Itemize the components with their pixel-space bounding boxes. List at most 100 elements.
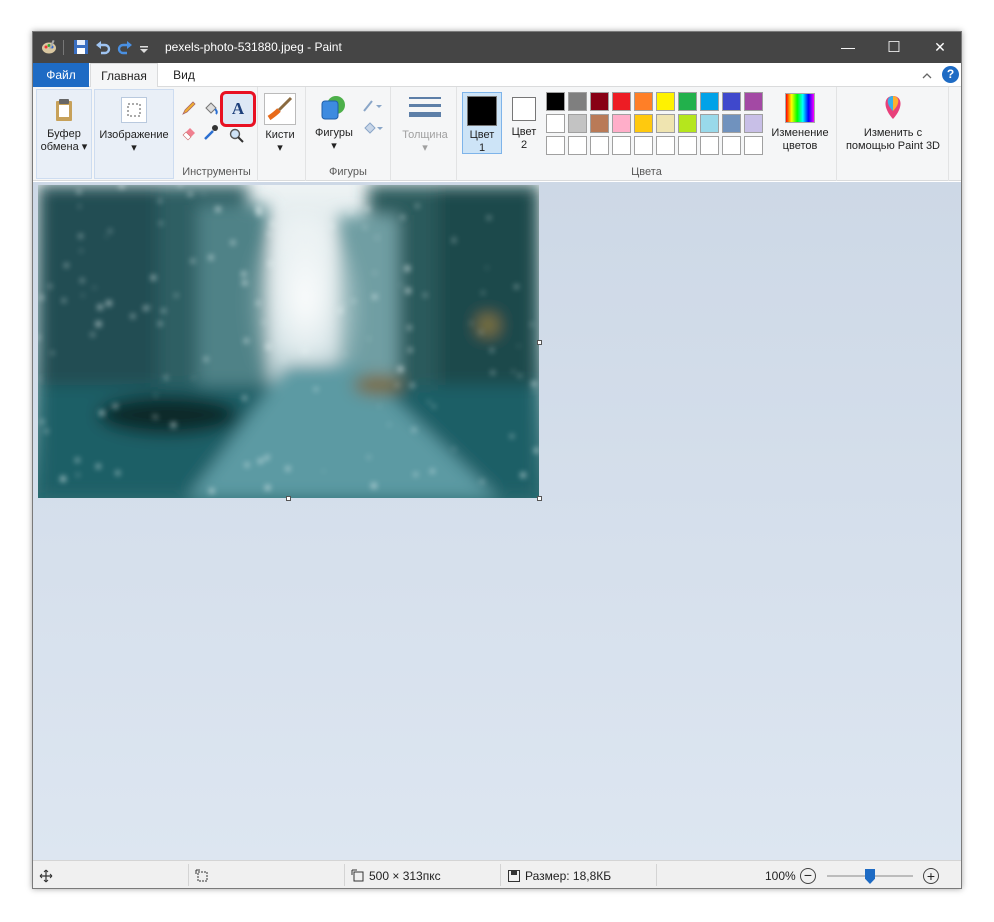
color-swatch[interactable]	[700, 114, 719, 133]
close-button[interactable]: ✕	[917, 32, 961, 63]
resize-handle-corner[interactable]	[537, 496, 542, 501]
zoom-out-button[interactable]: −	[800, 868, 816, 884]
color-swatch[interactable]	[612, 92, 631, 111]
color-swatch[interactable]	[568, 92, 587, 111]
color-palette	[546, 92, 766, 158]
color-swatch[interactable]	[634, 114, 653, 133]
rain-drop	[518, 374, 522, 378]
rain-drop	[469, 322, 472, 325]
outline-icon[interactable]	[362, 97, 382, 115]
paint3d-label: Изменить с	[863, 127, 923, 139]
color-swatch[interactable]	[700, 92, 719, 111]
fill-shape-icon[interactable]	[362, 119, 383, 137]
fill-icon[interactable]	[202, 99, 220, 117]
color-swatch[interactable]	[656, 92, 675, 111]
undo-icon[interactable]	[95, 39, 111, 55]
color-swatch[interactable]	[590, 92, 609, 111]
rain-drop	[282, 359, 285, 362]
color-swatch[interactable]	[568, 114, 587, 133]
color-swatch[interactable]	[678, 136, 697, 155]
save-icon[interactable]	[73, 39, 89, 55]
color-swatch[interactable]	[590, 136, 609, 155]
rain-drop	[404, 265, 411, 272]
color-swatch[interactable]	[546, 114, 565, 133]
status-divider	[500, 864, 501, 886]
color2-button[interactable]: Цвет 2	[506, 92, 542, 154]
rain-drop	[301, 282, 304, 285]
rain-drop	[520, 472, 526, 478]
color-picker-icon[interactable]	[202, 123, 220, 141]
color-swatch[interactable]	[656, 114, 675, 133]
color-swatch[interactable]	[722, 136, 741, 155]
color1-button[interactable]: Цвет 1	[462, 92, 502, 154]
image-button[interactable]: Изображение ▾	[95, 94, 173, 155]
color-swatch[interactable]	[634, 92, 653, 111]
text-tool-button[interactable]: A	[220, 91, 256, 127]
color-swatch[interactable]	[612, 136, 631, 155]
rain-drop	[113, 404, 118, 409]
rain-drop	[204, 357, 209, 362]
customize-quick-access-icon[interactable]	[139, 42, 155, 58]
maximize-button[interactable]: ☐	[871, 32, 917, 63]
tab-home[interactable]: Главная	[90, 63, 158, 88]
rain-drop	[427, 400, 430, 404]
status-bar: 500 × 313пкс Размер: 18,8КБ 100% − +	[33, 860, 961, 888]
rain-drop	[322, 470, 325, 472]
paint3d-label-2: помощью Paint 3D	[845, 140, 941, 152]
size-button[interactable]: Толщина ▾	[393, 93, 457, 155]
tab-view[interactable]: Вид	[161, 63, 207, 87]
ribbon-tabs: Файл Главная Вид ?	[33, 63, 961, 88]
shapes-button[interactable]: Фигуры ▾	[310, 91, 358, 153]
help-icon[interactable]: ?	[942, 66, 959, 83]
redo-icon[interactable]	[117, 39, 133, 55]
brushes-button[interactable]: Кисти ▾	[258, 91, 302, 155]
color-swatch[interactable]	[634, 136, 653, 155]
canvas-image[interactable]	[38, 185, 539, 498]
clipboard-button[interactable]: Буфер обмена ▾	[37, 94, 91, 154]
resize-handle-bottom[interactable]	[286, 496, 291, 501]
rain-drop	[108, 229, 112, 233]
rain-drop	[491, 370, 495, 375]
edit-colors-button[interactable]: Изменение цветов	[767, 91, 833, 153]
color-swatch[interactable]	[722, 92, 741, 111]
resize-handle-right[interactable]	[537, 340, 542, 345]
eraser-icon[interactable]	[180, 123, 198, 141]
paint3d-button[interactable]: Изменить с помощью Paint 3D	[837, 91, 949, 153]
color-swatch[interactable]	[744, 136, 763, 155]
rain-drop	[80, 249, 83, 252]
rain-drop	[267, 232, 272, 236]
color-swatch[interactable]	[612, 114, 631, 133]
color-swatch[interactable]	[744, 92, 763, 111]
collapse-ribbon-icon[interactable]	[921, 69, 933, 81]
tab-file[interactable]: Файл	[33, 63, 89, 87]
rain-drop	[97, 304, 103, 310]
color-swatch[interactable]	[722, 114, 741, 133]
rain-drop	[423, 293, 427, 297]
color-swatch[interactable]	[656, 136, 675, 155]
color-swatch[interactable]	[590, 114, 609, 133]
image-label: Изображение	[99, 129, 169, 141]
shapes-label: Фигуры	[315, 127, 353, 139]
color-swatch[interactable]	[568, 136, 587, 155]
zoom-slider-thumb[interactable]	[865, 869, 875, 884]
color-swatch[interactable]	[744, 114, 763, 133]
rain-drop	[285, 321, 289, 326]
rain-drop	[39, 295, 44, 300]
color-swatch[interactable]	[546, 136, 565, 155]
rain-drop	[192, 376, 195, 379]
color-swatch[interactable]	[678, 92, 697, 111]
rain-drop	[367, 455, 371, 459]
color-swatch[interactable]	[546, 92, 565, 111]
paint-app-icon[interactable]	[41, 39, 57, 55]
pencil-icon[interactable]	[180, 99, 198, 117]
minimize-button[interactable]: —	[825, 32, 871, 63]
canvas-area[interactable]	[33, 182, 961, 860]
color-swatch[interactable]	[678, 114, 697, 133]
color-swatch[interactable]	[700, 136, 719, 155]
rain-drop	[265, 343, 272, 350]
rain-drop	[371, 483, 377, 489]
rain-drop	[533, 390, 536, 393]
zoom-in-button[interactable]: +	[923, 868, 939, 884]
magnifier-icon[interactable]	[228, 127, 246, 145]
zoom-slider-track[interactable]	[827, 869, 913, 884]
